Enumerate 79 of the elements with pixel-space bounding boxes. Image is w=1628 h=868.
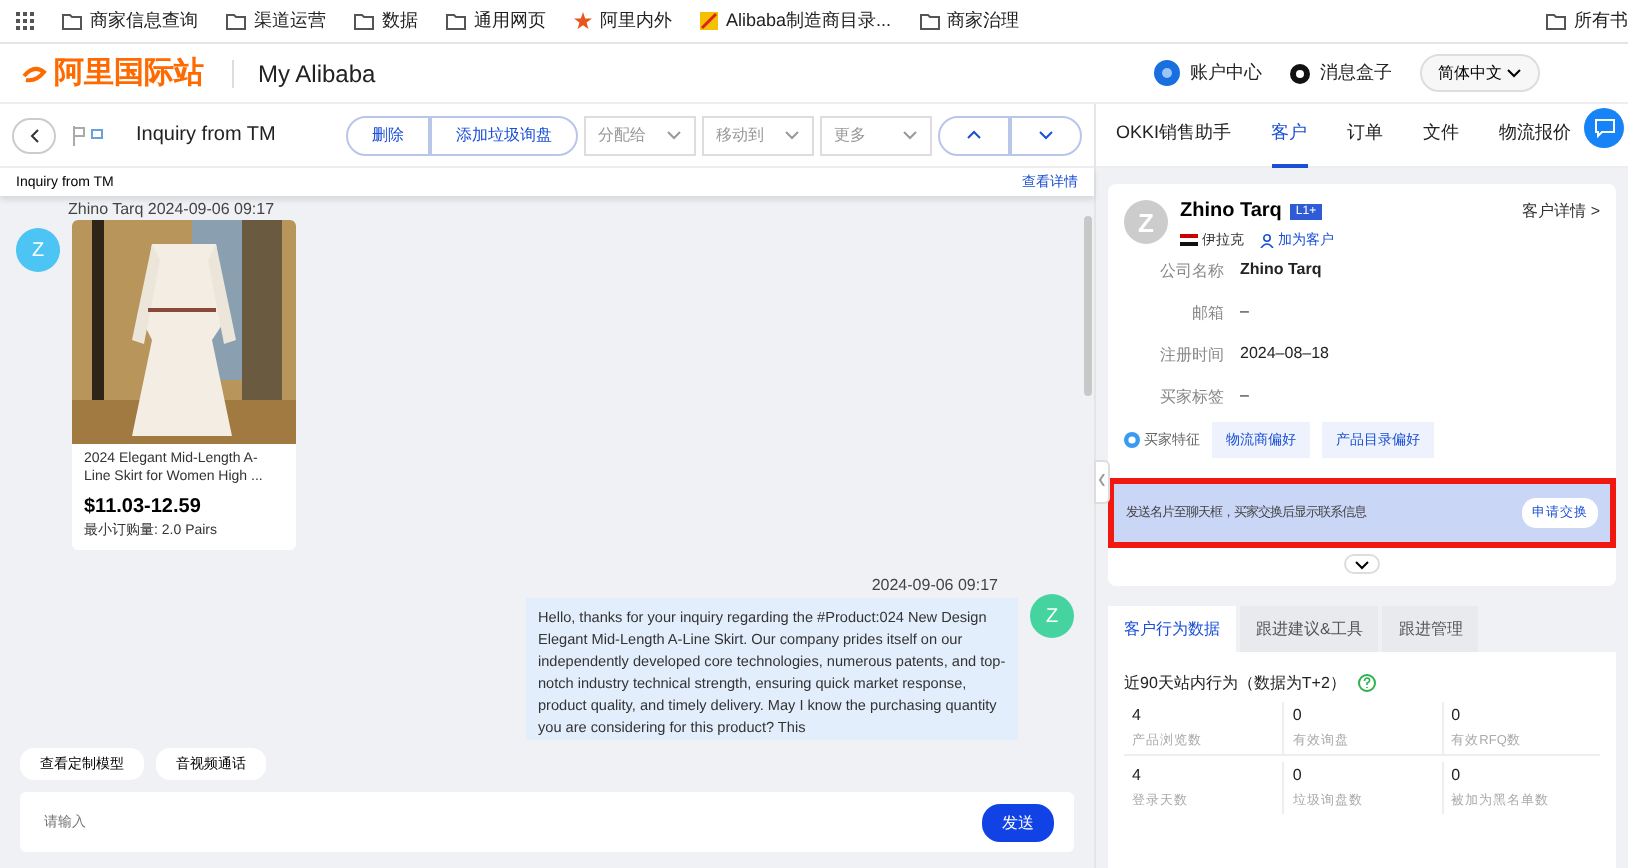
bookmark[interactable]: 所有书 bbox=[1546, 8, 1628, 34]
chat-icon bbox=[1593, 118, 1615, 138]
logo-icon bbox=[20, 63, 48, 83]
chevron-icon bbox=[1354, 559, 1370, 569]
chevron-left-icon bbox=[1098, 474, 1106, 486]
bookmark[interactable]: 渠道运营 bbox=[226, 8, 326, 34]
person-icon bbox=[1260, 233, 1274, 247]
apps-icon[interactable] bbox=[16, 12, 34, 30]
language-select[interactable]: 简体中文 bbox=[1419, 54, 1540, 92]
send-button[interactable]: 发送 bbox=[982, 803, 1054, 841]
folder-icon bbox=[446, 13, 466, 29]
star-icon bbox=[574, 12, 592, 30]
bookmark[interactable]: 通用网页 bbox=[446, 8, 546, 34]
panel-tab[interactable]: 客户 bbox=[1271, 103, 1308, 167]
page-title: My Alibaba bbox=[232, 59, 376, 87]
chevron-icon bbox=[784, 130, 800, 140]
field-value: – bbox=[1240, 386, 1251, 408]
messages-link[interactable]: 消息盒子 bbox=[1289, 60, 1392, 86]
next-button[interactable] bbox=[1010, 115, 1082, 155]
folder-icon bbox=[62, 13, 82, 29]
action-button[interactable]: 删除 bbox=[346, 115, 430, 155]
field-value: Zhino Tarq bbox=[1240, 260, 1324, 282]
folder-icon bbox=[354, 13, 374, 29]
collapse-handle[interactable] bbox=[1094, 460, 1110, 504]
back-button[interactable] bbox=[12, 117, 56, 153]
avatar: Z bbox=[1030, 594, 1074, 638]
chevron-icon bbox=[902, 130, 918, 140]
panel-tab[interactable]: 文件 bbox=[1423, 103, 1460, 167]
bookmark[interactable]: Alibaba制造商目录... bbox=[700, 8, 892, 34]
inquiry-subject: Inquiry from TM bbox=[136, 124, 276, 146]
data-tab[interactable]: 跟进管理 bbox=[1382, 606, 1479, 652]
stat-value: 4 bbox=[1132, 766, 1143, 784]
field-value: 2024–08–18 bbox=[1240, 344, 1331, 366]
stat-value: 0 bbox=[1451, 766, 1463, 784]
chevron-up-icon bbox=[966, 130, 982, 140]
bookmark[interactable]: 数据 bbox=[354, 8, 418, 34]
field-value: – bbox=[1240, 302, 1251, 324]
chevron-icon bbox=[666, 130, 682, 140]
help-icon[interactable] bbox=[1357, 674, 1376, 692]
bookmark[interactable]: 阿里内外 bbox=[574, 8, 672, 34]
flag-icon bbox=[1180, 234, 1198, 246]
bookmark[interactable]: 商家信息查询 bbox=[62, 8, 198, 34]
product-price: $11.03-12.59 bbox=[82, 494, 203, 518]
field-label: 公司名称 bbox=[1158, 260, 1224, 282]
customer-name: Zhino Tarq bbox=[1180, 200, 1282, 222]
message-meta: Zhino Tarq 2024-09-06 09:17 bbox=[68, 200, 277, 220]
panel-tab[interactable]: 订单 bbox=[1347, 103, 1384, 167]
field-label: 买家标签 bbox=[1158, 386, 1224, 408]
folder-icon bbox=[919, 13, 940, 29]
stats-title: 近90天站内行为（数据为T+2） bbox=[1124, 672, 1346, 694]
stat-value: 0 bbox=[1451, 706, 1463, 724]
site-icon bbox=[700, 12, 718, 30]
avatar: Z bbox=[16, 228, 60, 272]
expand-button[interactable] bbox=[1344, 554, 1380, 574]
bookmark[interactable]: 商家治理 bbox=[919, 8, 1020, 34]
previous-button[interactable] bbox=[938, 115, 1010, 155]
flag-icon[interactable] bbox=[72, 125, 104, 145]
panel-tab[interactable]: 物流报价 bbox=[1499, 103, 1572, 167]
field-label: 邮箱 bbox=[1190, 302, 1224, 324]
chevron-left-icon bbox=[28, 127, 40, 143]
data-tab[interactable]: 客户行为数据 bbox=[1108, 606, 1236, 652]
folder-icon bbox=[226, 13, 246, 29]
stat-value: 4 bbox=[1132, 706, 1143, 724]
data-tab[interactable]: 跟进建议&工具 bbox=[1240, 606, 1379, 652]
badge-icon bbox=[1124, 432, 1140, 448]
panel-tab[interactable]: OKKI销售助手 bbox=[1116, 103, 1232, 167]
account-icon bbox=[1153, 60, 1180, 86]
message-time: 2024-09-06 09:17 bbox=[869, 576, 998, 594]
customer-details-link[interactable]: 客户详情 > bbox=[1522, 200, 1600, 222]
stat-value: 0 bbox=[1292, 766, 1304, 784]
logo: 阿里国际站 bbox=[20, 54, 204, 92]
account-link[interactable]: 账户中心 bbox=[1153, 60, 1262, 86]
chevron-icon bbox=[1506, 68, 1522, 78]
message-icon bbox=[1289, 63, 1310, 83]
action-button[interactable]: 添加垃圾询盘 bbox=[430, 115, 578, 155]
chevron-down-icon bbox=[1038, 130, 1054, 140]
field-label: 注册时间 bbox=[1158, 344, 1224, 366]
folder-icon bbox=[1546, 13, 1566, 29]
stat-value: 0 bbox=[1292, 706, 1304, 724]
